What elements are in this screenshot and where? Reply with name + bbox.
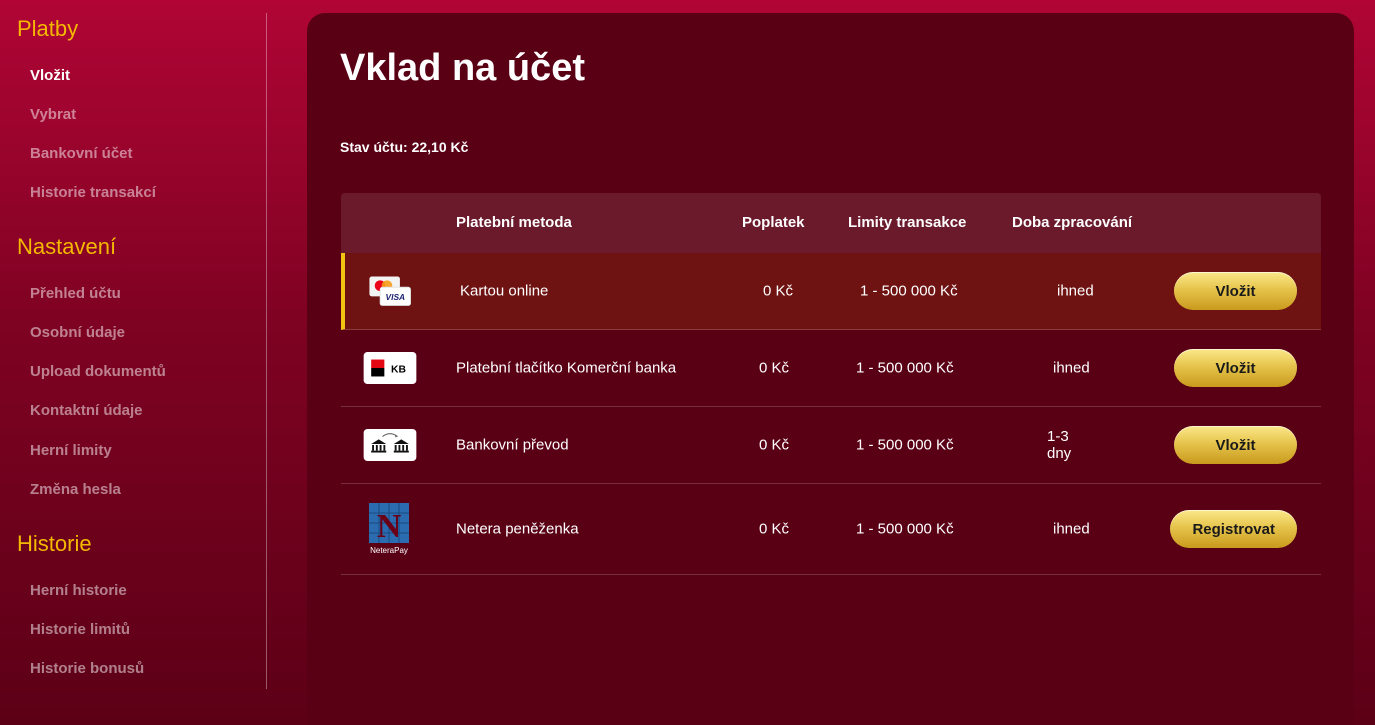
method-limit: 1 - 500 000 Kč <box>860 282 958 300</box>
visa-logo-text: VISA <box>386 292 406 302</box>
card-logo-icon: VISA <box>369 276 411 306</box>
sidebar-item-herni-limity[interactable]: Herní limity <box>30 442 112 459</box>
kb-logo-text: KB <box>391 365 406 376</box>
sidebar-item-vybrat[interactable]: Vybrat <box>30 106 76 123</box>
sidebar-item-historie-bonusu[interactable]: Historie bonusů <box>30 660 144 677</box>
sidebar-item-historie-transakci[interactable]: Historie transakcí <box>30 184 156 201</box>
kb-logo-icon: KB <box>363 352 417 384</box>
method-fee: 0 Kč <box>759 359 790 377</box>
column-header-processing-time: Doba zpracování <box>1012 214 1133 231</box>
page-title: Vklad na účet <box>340 47 585 89</box>
method-time: ihned <box>1053 359 1090 377</box>
table-row: VISA Kartou online 0 Kč 1 - 500 000 Kč i… <box>341 253 1321 330</box>
balance-value: 22,10 Kč <box>411 139 469 155</box>
deposit-button[interactable]: Vložit <box>1174 272 1297 310</box>
register-button[interactable]: Registrovat <box>1170 510 1297 548</box>
deposit-button[interactable]: Vložit <box>1174 426 1297 464</box>
method-name: Netera peněženka <box>456 520 579 538</box>
sidebar-item-historie-limitu[interactable]: Historie limitů <box>30 621 130 638</box>
method-fee: 0 Kč <box>759 520 790 538</box>
sidebar-item-zmena-hesla[interactable]: Změna hesla <box>30 481 121 498</box>
table-row: KB Platební tlačítko Komerční banka 0 Kč… <box>341 330 1321 407</box>
method-time: 1-3 dny <box>1047 428 1072 462</box>
table-header: Platební metoda Poplatek Limity transakc… <box>341 193 1321 253</box>
method-name: Kartou online <box>460 282 549 300</box>
sidebar-item-prehled-uctu[interactable]: Přehled účtu <box>30 285 121 302</box>
method-name: Platební tlačítko Komerční banka <box>456 359 677 377</box>
method-name: Bankovní převod <box>456 436 569 454</box>
method-limit: 1 - 500 000 Kč <box>856 436 954 454</box>
netera-logo-icon: N NeteraPay <box>369 503 409 555</box>
column-header-limits: Limity transakce <box>848 214 967 231</box>
table-row: N NeteraPay Netera peněženka 0 Kč 1 - 50… <box>341 484 1321 575</box>
method-fee: 0 Kč <box>759 436 790 454</box>
sidebar-heading-historie: Historie <box>17 531 92 556</box>
netera-logo-text: NeteraPay <box>370 546 408 555</box>
sidebar: Platby Vložit Vybrat Bankovní účet Histo… <box>0 13 267 689</box>
method-time: ihned <box>1057 282 1094 300</box>
method-limit: 1 - 500 000 Kč <box>856 520 954 538</box>
account-balance: Stav účtu: 22,10 Kč <box>340 139 468 155</box>
netera-logo-letter: N <box>377 508 402 545</box>
table-row: Bankovní převod 0 Kč 1 - 500 000 Kč 1-3 … <box>341 407 1321 484</box>
sidebar-item-vlozit[interactable]: Vložit <box>30 67 70 84</box>
sidebar-heading-nastaveni: Nastavení <box>17 234 117 259</box>
deposit-button[interactable]: Vložit <box>1174 349 1297 387</box>
method-fee: 0 Kč <box>763 282 794 300</box>
sidebar-item-upload-dokumentu[interactable]: Upload dokumentů <box>30 363 166 380</box>
bank-transfer-icon <box>363 429 417 461</box>
sidebar-item-bankovni-ucet[interactable]: Bankovní účet <box>30 145 133 162</box>
main-panel: Vklad na účet Stav účtu: 22,10 Kč Plateb… <box>307 13 1354 725</box>
method-limit: 1 - 500 000 Kč <box>856 359 954 377</box>
column-header-method: Platební metoda <box>456 214 572 231</box>
sidebar-item-kontaktni-udaje[interactable]: Kontaktní údaje <box>30 402 143 419</box>
method-time: ihned <box>1053 520 1090 538</box>
sidebar-item-osobni-udaje[interactable]: Osobní údaje <box>30 324 125 341</box>
sidebar-heading-platby: Platby <box>17 16 79 41</box>
balance-label: Stav účtu: <box>340 139 408 155</box>
payment-methods-table: Platební metoda Poplatek Limity transakc… <box>341 193 1321 575</box>
sidebar-item-herni-historie[interactable]: Herní historie <box>30 582 127 599</box>
column-header-fee: Poplatek <box>742 214 805 231</box>
